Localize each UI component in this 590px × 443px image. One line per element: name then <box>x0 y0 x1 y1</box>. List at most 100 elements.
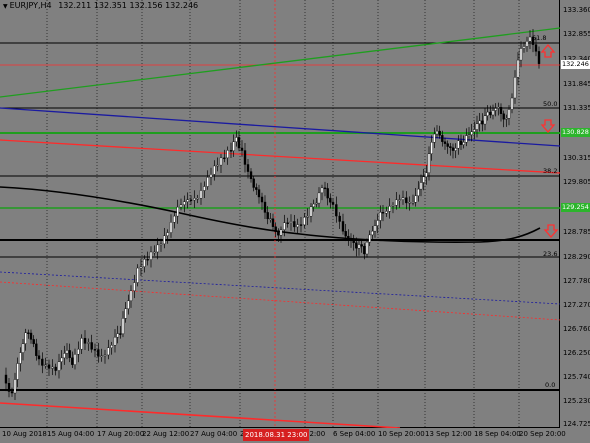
candle-body <box>449 146 452 148</box>
candle-body <box>329 197 332 203</box>
candle-body <box>237 137 241 149</box>
candle-body <box>483 115 487 125</box>
current-price-marker: 132.246 <box>561 60 590 69</box>
candle-body <box>443 141 447 144</box>
ohlc-readout: 132.211 132.351 132.156 132.246 <box>58 1 199 10</box>
time-tick-label: 18 Sep 04:00 <box>474 430 521 438</box>
price-tick-label: 126.250 <box>563 349 590 357</box>
candle-body <box>381 212 385 214</box>
candle-body <box>306 216 309 218</box>
candle-body <box>83 337 87 344</box>
chart-title: ▼ EURJPY,H4 132.211 132.351 132.156 132.2… <box>3 1 198 10</box>
candle-body <box>299 224 303 226</box>
candle-body <box>68 350 71 358</box>
candle-body <box>216 164 219 167</box>
fibo-level-50: 50.0 <box>543 100 558 108</box>
time-tick-label: 10 Sep 20:00 <box>378 430 425 438</box>
candle-body <box>206 177 209 187</box>
candle-body <box>417 188 420 197</box>
candle-body <box>395 199 398 206</box>
candle-body <box>189 199 193 201</box>
candle-body <box>260 196 264 203</box>
price-tick-label: 127.780 <box>563 277 590 285</box>
price-chart-canvas[interactable] <box>0 0 560 428</box>
candle-body <box>146 259 149 261</box>
red-lower-trendline <box>0 402 401 428</box>
price-tick-label: 127.270 <box>563 301 590 309</box>
candle-body <box>355 242 358 249</box>
candle-body <box>7 383 11 392</box>
candle-body <box>166 232 169 237</box>
plot-area[interactable]: ▼ EURJPY,H4 132.211 132.351 132.156 132.2… <box>0 0 560 428</box>
candle-body <box>401 197 405 200</box>
candle-body <box>405 197 408 204</box>
candle-body <box>65 350 69 354</box>
candle-body <box>505 118 508 120</box>
candle-body <box>186 199 189 202</box>
candle-body <box>286 222 289 224</box>
candle-body <box>149 251 153 260</box>
candle-body <box>454 147 457 151</box>
candle-body <box>427 153 431 173</box>
candle-body <box>441 135 444 142</box>
candle-body <box>510 97 514 110</box>
time-tick-label: 10 Aug 2018 <box>2 430 47 438</box>
candle-body <box>246 164 250 172</box>
crosshair-time-label: 2018.08.31 23:00 <box>243 429 310 441</box>
candle-body <box>373 225 377 232</box>
candle-body <box>371 230 374 236</box>
fibo-level-0: 0.0 <box>545 381 556 389</box>
candle-body <box>240 147 244 151</box>
candle-body <box>331 202 335 205</box>
candle-body <box>320 187 324 194</box>
candle-body <box>519 48 523 61</box>
candle-body <box>398 199 401 201</box>
candle-body <box>193 198 196 201</box>
candle-body <box>183 201 186 205</box>
time-tick-label: 6 Sep 04:00 <box>333 430 376 438</box>
candle-body <box>497 107 500 109</box>
candle-body <box>19 352 22 364</box>
candle-body <box>169 222 173 233</box>
candle-body <box>119 333 122 335</box>
candle-body <box>391 205 395 207</box>
candle-body <box>352 240 355 243</box>
candle-body <box>219 157 223 166</box>
candle-body <box>433 133 436 143</box>
candle-body <box>457 140 460 149</box>
candle-body <box>473 129 476 132</box>
candle-body <box>516 59 520 78</box>
candle-body <box>196 197 199 200</box>
candle-body <box>113 336 117 346</box>
candle-body <box>438 130 441 136</box>
candle-body <box>143 259 146 267</box>
candle-body <box>139 266 143 269</box>
green-level-marker-1: 130.828 <box>561 128 590 137</box>
candle-body <box>430 142 433 154</box>
price-tick-label: 131.845 <box>563 80 590 88</box>
candle-body <box>357 244 361 249</box>
candle-body <box>388 205 391 212</box>
candle-body <box>465 135 468 143</box>
candle-body <box>534 44 538 52</box>
price-tick-label: 133.360 <box>563 6 590 14</box>
candle-body <box>57 361 61 371</box>
candle-body <box>289 221 293 223</box>
candle-body <box>317 192 321 204</box>
chart-window[interactable]: ▼ EURJPY,H4 132.211 132.351 132.156 132.2… <box>0 0 590 443</box>
candle-body <box>127 300 130 309</box>
candle-body <box>124 308 127 319</box>
candle-body <box>323 187 327 190</box>
candle-body <box>107 347 110 356</box>
candle-body <box>10 391 14 394</box>
down-arrow-icon <box>543 224 559 238</box>
candle-body <box>71 357 74 365</box>
fibo-level-38-2: 38.2 <box>543 167 558 175</box>
candle-body <box>347 235 350 240</box>
candle-body <box>63 353 66 359</box>
candle-body <box>499 107 503 114</box>
candle-body <box>379 212 382 221</box>
candle-body <box>203 186 206 191</box>
candle-body <box>408 202 411 204</box>
candle-body <box>136 267 139 283</box>
